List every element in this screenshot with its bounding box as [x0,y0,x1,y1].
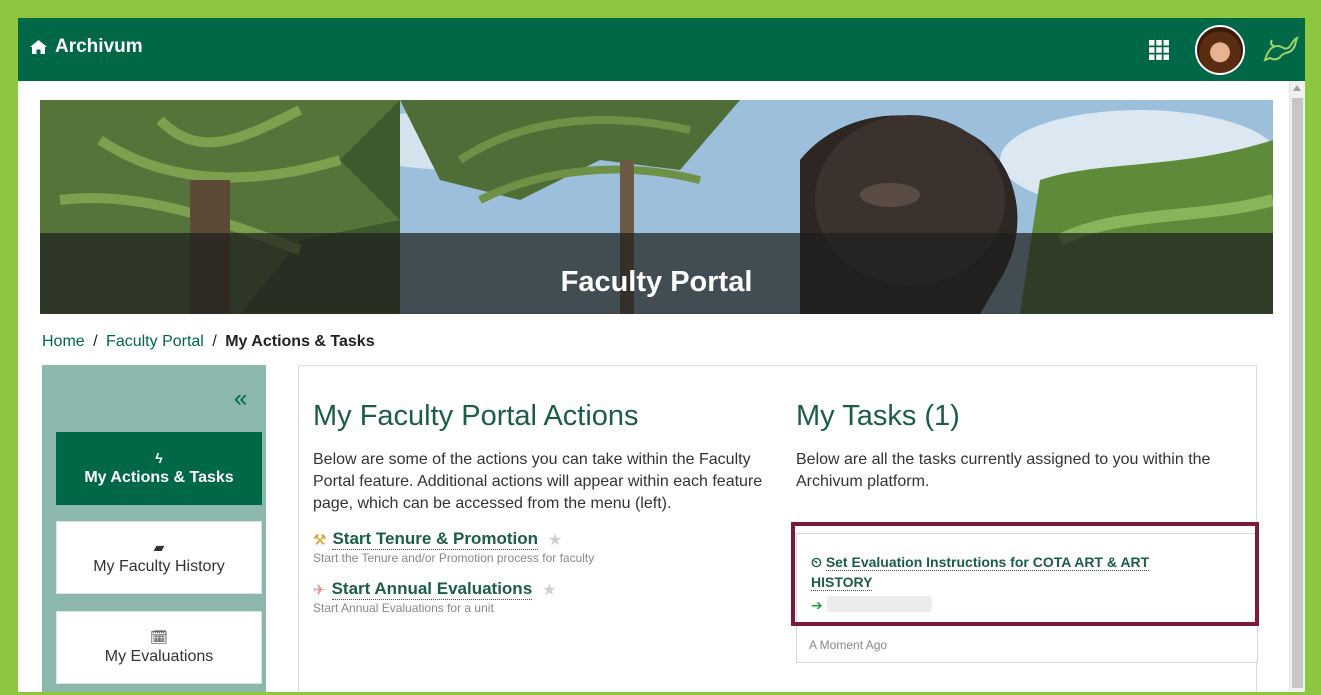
sidebar-item-label: My Evaluations [104,647,214,665]
favorite-star-icon[interactable]: ★ [542,580,556,600]
sidebar-item-my-actions-tasks[interactable]: ϟ My Actions & Tasks [56,432,262,505]
hero-banner: Faculty Portal [40,100,1273,314]
sidebar-item-label: My Faculty History [93,557,225,575]
top-navbar: Archivum [18,18,1305,81]
action-item: ✈ Start Annual Evaluations ★ Start Annua… [313,579,773,615]
actions-description: Below are some of the actions you can ta… [313,451,763,512]
banner-title: Faculty Portal [560,266,753,298]
start-tenure-promotion-link[interactable]: Start Tenure & Promotion [332,529,539,550]
task-card: ⏲ Set Evaluation Instructions for COTA A… [791,522,1259,663]
actions-heading: My Faculty Portal Actions [313,400,639,432]
action-description: Start Annual Evaluations for a unit [313,601,494,615]
sidebar: « ϟ My Actions & Tasks ▰ My Faculty Hist… [42,365,266,692]
paper-plane-icon: ✈ [313,581,326,599]
main-content: My Faculty Portal Actions Below are some… [298,365,1259,692]
banner-caption: Faculty Portal [40,233,1273,314]
app-title: Archivum [55,36,143,57]
redacted-assignee [827,596,932,612]
grid-icon[interactable] [1148,39,1170,61]
scrollbar-thumb[interactable] [1292,98,1303,688]
app-window: Archivum Faculty Portal Home / Faculty P… [18,18,1305,692]
actions-panel: My Faculty Portal Actions Below are some… [313,400,773,615]
breadcrumb-separator: / [212,333,217,350]
task-timestamp: A Moment Ago [809,638,888,652]
bolt-icon: ϟ [155,449,163,466]
bull-logo-icon[interactable] [1262,34,1300,66]
scroll-up-arrow-icon[interactable] [1293,85,1301,91]
book-icon: ▰ [153,538,165,555]
home-link[interactable]: Archivum [30,36,143,58]
start-annual-evaluations-link[interactable]: Start Annual Evaluations [331,579,533,600]
breadcrumb-home[interactable]: Home [42,333,85,350]
arrow-right-icon: ➔ [811,597,823,613]
breadcrumb: Home / Faculty Portal / My Actions & Tas… [42,333,375,351]
breadcrumb-separator: / [93,333,98,350]
breadcrumb-faculty-portal[interactable]: Faculty Portal [106,333,204,350]
collapse-sidebar-icon[interactable]: « [234,387,247,411]
action-item: ⚒ Start Tenure & Promotion ★ Start the T… [313,529,773,565]
tasks-panel: My Tasks (1) Below are all the tasks cur… [791,400,1266,663]
clock-icon: ⏲ [811,554,826,570]
sidebar-item-my-evaluations[interactable]: 🗓 My Evaluations [56,611,262,684]
task-link[interactable]: ⏲ Set Evaluation Instructions for COTA A… [811,552,1211,592]
sidebar-item-my-faculty-history[interactable]: ▰ My Faculty History [56,521,262,594]
breadcrumb-current: My Actions & Tasks [225,333,375,350]
sidebar-item-label: My Actions & Tasks [84,468,234,486]
home-icon [30,40,47,54]
action-description: Start the Tenure and/or Promotion proces… [313,551,595,565]
user-avatar[interactable] [1195,25,1245,75]
gavel-icon: ⚒ [313,531,327,549]
tasks-heading: My Tasks (1) [796,400,960,432]
tasks-description: Below are all the tasks currently assign… [796,451,1211,490]
task-title: Set Evaluation Instructions for COTA ART… [811,554,1150,591]
favorite-star-icon[interactable]: ★ [548,530,562,550]
calendar-check-icon: 🗓 [150,628,168,645]
